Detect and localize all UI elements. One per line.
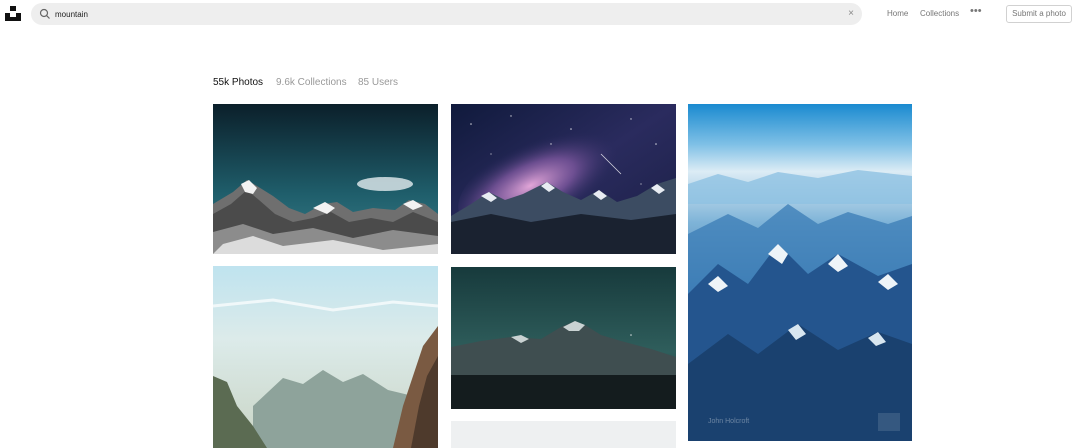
photo-partial-light[interactable] <box>451 421 676 448</box>
tab-collections[interactable]: 9.6k Collections <box>276 77 347 88</box>
search-icon <box>39 8 50 19</box>
search-input[interactable] <box>55 5 835 23</box>
photo-snowy-mountain-ridge[interactable] <box>213 104 438 254</box>
photo-aerial-blue-mountains[interactable]: John Holcroft <box>688 104 912 441</box>
photo-milky-way-mountains[interactable] <box>451 104 676 254</box>
clear-search-icon[interactable]: × <box>848 8 854 20</box>
submit-photo-button[interactable]: Submit a photo <box>1006 5 1072 23</box>
search-bar[interactable]: × <box>31 3 862 25</box>
tab-users[interactable]: 85 Users <box>358 77 398 88</box>
photo-dark-teal-mountain[interactable] <box>451 267 676 409</box>
photo-author-label[interactable]: John Holcroft <box>708 418 749 425</box>
photo-misty-cliffs[interactable] <box>213 266 438 448</box>
nav-collections-link[interactable]: Collections <box>920 9 959 18</box>
more-menu-icon[interactable]: ••• <box>970 5 982 17</box>
unsplash-logo-icon[interactable] <box>5 6 21 21</box>
tab-photos[interactable]: 55k Photos <box>213 77 263 88</box>
top-bar: × Home Collections ••• Submit a photo <box>0 0 1080 28</box>
nav-home-link[interactable]: Home <box>887 9 908 18</box>
